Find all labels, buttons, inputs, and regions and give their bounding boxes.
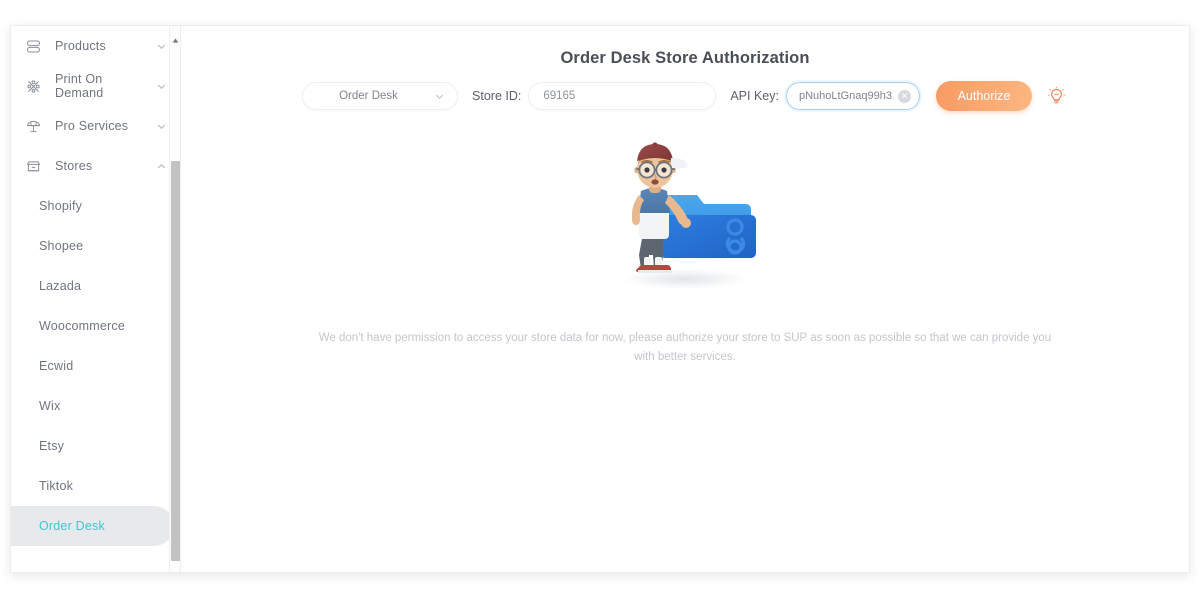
sidebar-item-label: Ecwid xyxy=(39,359,74,373)
scroll-up-arrow-icon[interactable] xyxy=(170,34,180,46)
authorization-toolbar: Order Desk Store ID: 69165 API Key: pNuh… xyxy=(181,81,1189,112)
store-id-value: 69165 xyxy=(543,90,576,103)
sidebar-item-label: Tiktok xyxy=(39,479,74,493)
chevron-down-icon xyxy=(434,91,445,102)
api-key-value: pNuhoLtGnaq99h3XWE xyxy=(798,90,893,103)
sidebar-item-label: Shopify xyxy=(39,199,83,213)
store-id-label: Store ID: xyxy=(472,89,522,104)
sidebar-scrollbar[interactable] xyxy=(169,26,180,572)
sidebar: Products Print On Demand Pro Services St… xyxy=(11,26,181,572)
sidebar-item-etsy[interactable]: Etsy xyxy=(11,426,174,466)
sidebar-group-print-on-demand[interactable]: Print On Demand xyxy=(11,66,180,106)
sidebar-item-ecwid[interactable]: Ecwid xyxy=(11,346,174,386)
sidebar-group-pro-services[interactable]: Pro Services xyxy=(11,106,180,146)
lightbulb-icon[interactable] xyxy=(1046,83,1068,109)
store-id-input[interactable]: 69165 xyxy=(528,82,717,111)
authorize-button[interactable]: Authorize xyxy=(935,81,1032,112)
app-window: Products Print On Demand Pro Services St… xyxy=(10,25,1190,573)
sidebar-item-label: Etsy xyxy=(39,439,65,453)
page-title: Order Desk Store Authorization xyxy=(560,49,810,68)
store-type-select[interactable]: Order Desk xyxy=(302,82,459,111)
sidebar-item-label: Order Desk xyxy=(39,519,105,533)
sidebar-item-label: Woocommerce xyxy=(39,319,126,333)
sidebar-item-shopee[interactable]: Shopee xyxy=(11,226,174,266)
boy-with-locked-folder-illustration xyxy=(585,125,785,295)
content-area: Order Desk Store Authorization Order Des… xyxy=(181,26,1189,572)
sidebar-scrollbar-thumb[interactable] xyxy=(171,161,180,561)
api-key-input[interactable]: pNuhoLtGnaq99h3XWE ✕ xyxy=(785,82,920,111)
sidebar-group-stores[interactable]: Stores xyxy=(11,146,180,186)
sidebar-item-label: Lazada xyxy=(39,279,82,293)
print-on-demand-icon xyxy=(23,76,43,96)
sidebar-item-wix[interactable]: Wix xyxy=(11,386,174,426)
sidebar-group-products[interactable]: Products xyxy=(11,26,180,66)
products-icon xyxy=(23,36,43,56)
stores-icon xyxy=(23,156,43,176)
sidebar-item-tiktok[interactable]: Tiktok xyxy=(11,466,174,506)
clear-circle-icon[interactable]: ✕ xyxy=(897,89,911,103)
sidebar-store-list: Shopify Shopee Lazada Woocommerce Ecwid … xyxy=(11,186,180,546)
sidebar-group-label: Products xyxy=(55,39,106,53)
sidebar-item-lazada[interactable]: Lazada xyxy=(11,266,174,306)
sidebar-group-label: Pro Services xyxy=(55,119,129,133)
sidebar-item-label: Wix xyxy=(39,399,61,413)
sidebar-item-shopify[interactable]: Shopify xyxy=(11,186,174,226)
empty-state-message: We don't have permission to access your … xyxy=(318,332,1052,364)
api-key-label: API Key: xyxy=(730,89,779,104)
store-type-value: Order Desk xyxy=(339,90,398,103)
sidebar-item-woocommerce[interactable]: Woocommerce xyxy=(11,306,174,346)
sidebar-item-order-desk[interactable]: Order Desk xyxy=(11,506,174,546)
pro-services-icon xyxy=(23,116,43,136)
sidebar-group-label: Stores xyxy=(55,159,93,173)
sidebar-item-label: Shopee xyxy=(39,239,84,253)
sidebar-group-label: Print On Demand xyxy=(55,72,104,100)
